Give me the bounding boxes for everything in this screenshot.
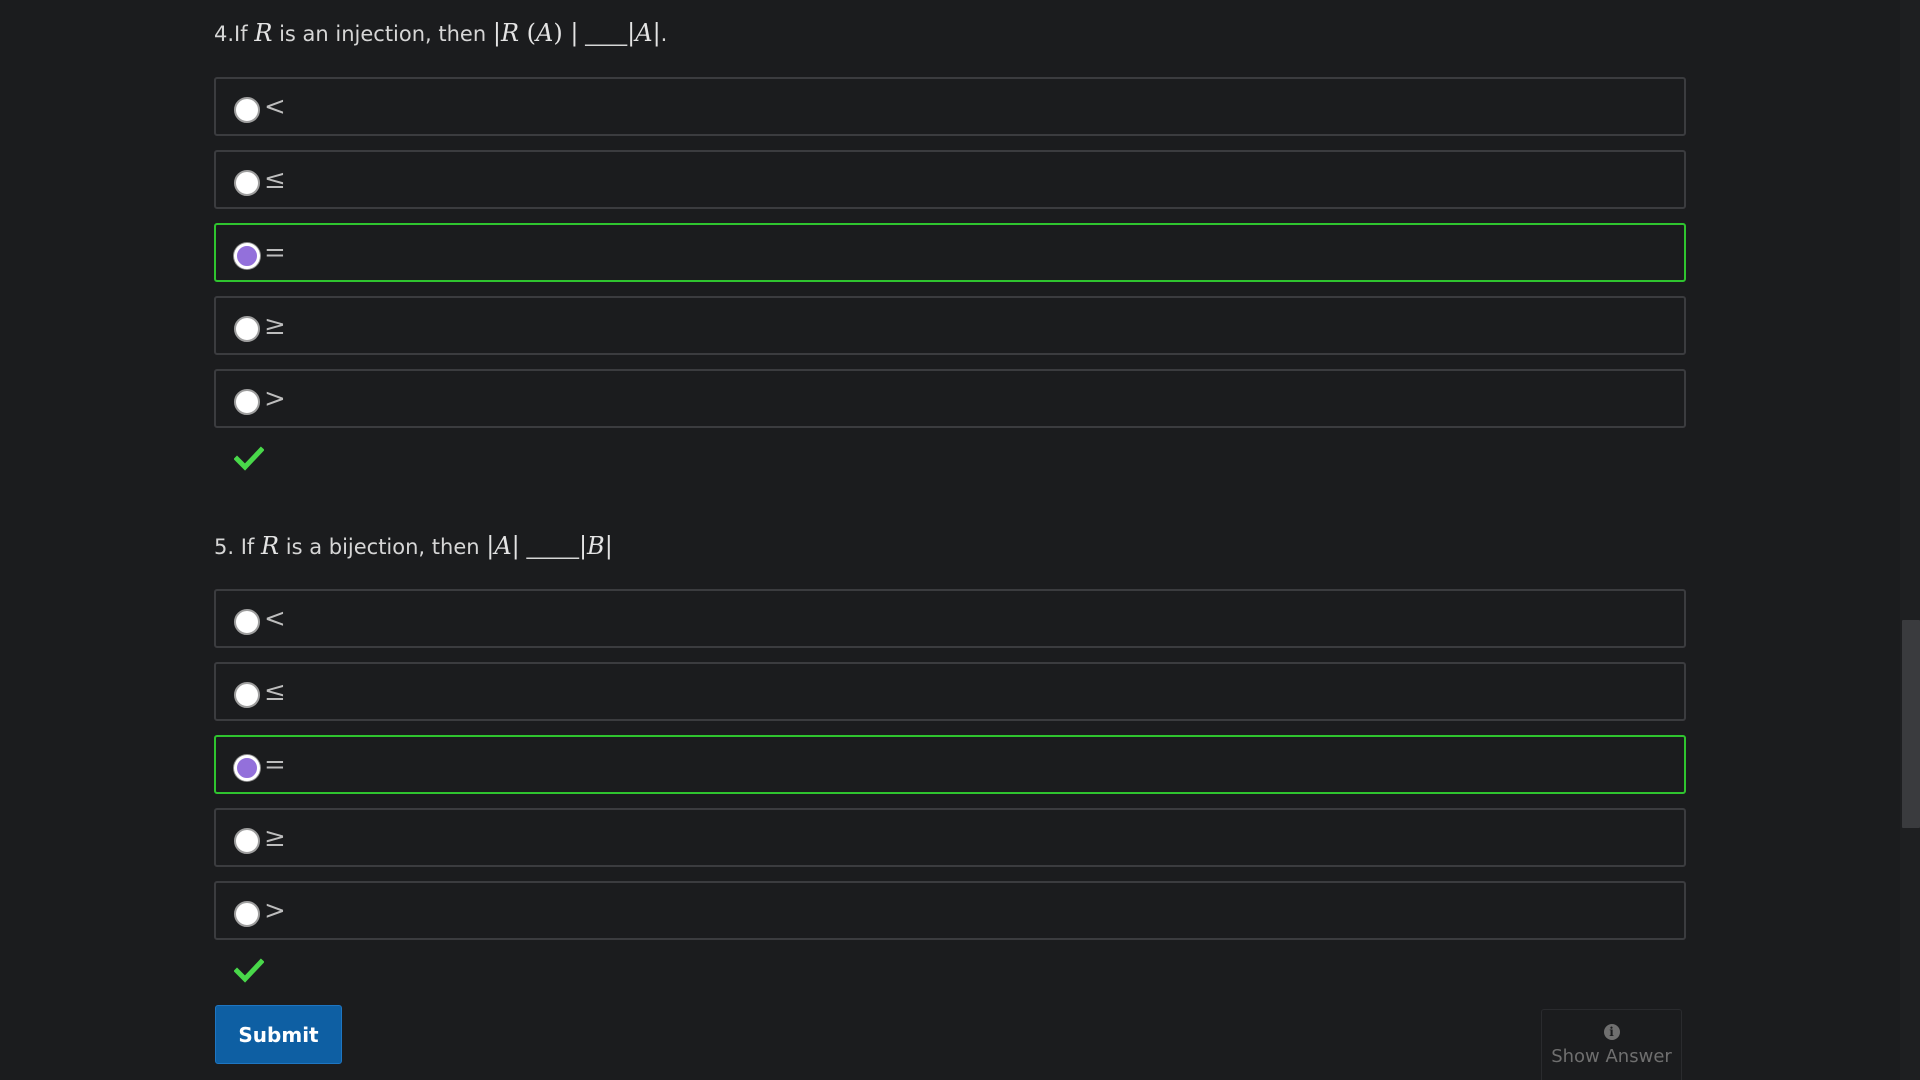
question-text-part: 5. If — [214, 535, 261, 559]
show-answer-button[interactable]: i Show Answer — [1541, 1009, 1682, 1080]
option-greater-equal[interactable]: ≥ — [214, 296, 1686, 355]
option-label: ≤ — [264, 676, 286, 707]
question-4: 4.If R is an injection, then |R (A) | __… — [214, 0, 1686, 532]
option-label: ≥ — [264, 310, 286, 341]
math-bar: | — [652, 19, 661, 47]
radio-button[interactable] — [234, 96, 260, 123]
option-less-than[interactable]: < — [214, 77, 1686, 136]
check-icon — [233, 446, 265, 471]
radio-button[interactable] — [234, 315, 260, 342]
option-greater-than[interactable]: > — [214, 881, 1686, 940]
math-bar: | — [627, 19, 636, 47]
math-var-a: A — [536, 19, 554, 47]
option-equal[interactable]: = — [214, 223, 1686, 282]
option-label: > — [264, 383, 286, 414]
math-var-b: B — [587, 532, 605, 560]
scrollbar-track[interactable] — [1900, 0, 1920, 1080]
radio-button[interactable] — [234, 608, 260, 635]
math-paren: ( — [519, 19, 537, 47]
check-icon — [233, 958, 265, 983]
question-text-part: 4.If — [214, 22, 255, 46]
math-bar: | — [604, 532, 613, 560]
option-label: < — [264, 91, 286, 122]
math-bar: | — [511, 532, 520, 560]
option-label: = — [264, 237, 286, 268]
question-5-options: < ≤ = ≥ > — [214, 589, 1686, 940]
question-5: 5. If R is a bijection, then |A| _____|B… — [214, 532, 1686, 1012]
option-less-than[interactable]: < — [214, 589, 1686, 648]
option-label: > — [264, 895, 286, 926]
option-label: ≤ — [264, 164, 286, 195]
option-label: = — [264, 749, 286, 780]
quiz-content: 4.If R is an injection, then |R (A) | __… — [214, 0, 1686, 1012]
radio-button[interactable] — [234, 242, 260, 269]
question-4-options: < ≤ = ≥ > — [214, 77, 1686, 428]
option-greater-than[interactable]: > — [214, 369, 1686, 428]
radio-button[interactable] — [234, 900, 260, 927]
option-greater-equal[interactable]: ≥ — [214, 808, 1686, 867]
radio-button[interactable] — [234, 827, 260, 854]
math-bar: | — [578, 532, 588, 560]
math-var-r: R — [500, 19, 520, 47]
radio-button[interactable] — [234, 169, 260, 196]
radio-button[interactable] — [234, 388, 260, 415]
math-var-a: A — [494, 532, 512, 560]
option-less-equal[interactable]: ≤ — [214, 662, 1686, 721]
math-var-r: R — [260, 532, 280, 560]
math-paren-bar: ) | — [553, 19, 579, 47]
fill-blank: ____ — [578, 22, 628, 46]
question-text-part: is an injection, then — [272, 22, 493, 46]
option-label: ≥ — [264, 822, 286, 853]
radio-button[interactable] — [234, 754, 260, 781]
radio-button[interactable] — [234, 681, 260, 708]
question-text-part: is a bijection, then — [279, 535, 487, 559]
option-equal[interactable]: = — [214, 735, 1686, 794]
question-text-part: . — [660, 22, 668, 46]
math-var-a: A — [635, 19, 653, 47]
option-less-equal[interactable]: ≤ — [214, 150, 1686, 209]
fill-blank: _____ — [519, 535, 579, 559]
submit-button[interactable]: Submit — [215, 1005, 342, 1064]
show-answer-label: Show Answer — [1551, 1046, 1672, 1067]
math-bar: | — [492, 19, 501, 47]
math-var-r: R — [254, 19, 273, 47]
quiz-page: 4.If R is an injection, then |R (A) | __… — [0, 0, 1920, 1080]
option-label: < — [264, 603, 286, 634]
question-4-text: 4.If R is an injection, then |R (A) | __… — [214, 0, 1686, 48]
info-icon: i — [1603, 1024, 1620, 1040]
question-5-text: 5. If R is a bijection, then |A| _____|B… — [214, 532, 1686, 561]
scrollbar-thumb[interactable] — [1902, 620, 1920, 828]
